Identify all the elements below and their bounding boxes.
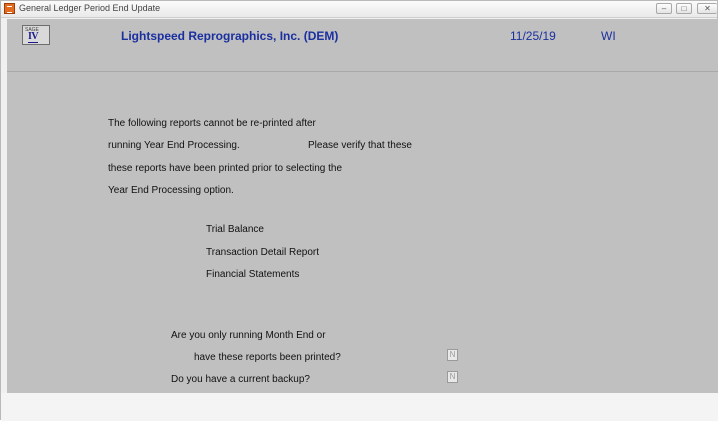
maximize-button[interactable]: □ — [676, 3, 692, 14]
question-month-end-line-2: have these reports been printed? — [194, 352, 341, 363]
message-line-1: The following reports cannot be re-print… — [108, 118, 316, 129]
report-transaction-detail: Transaction Detail Report — [206, 247, 320, 258]
message-line-2a: running Year End Processing. — [108, 140, 240, 151]
message-line-4: Year End Processing option. — [108, 185, 234, 196]
report-trial-balance: Trial Balance — [206, 224, 264, 235]
module-date: 11/25/19 — [510, 29, 556, 43]
backup-answer-field[interactable]: N — [447, 371, 458, 383]
minimize-button[interactable]: – — [656, 3, 672, 14]
message-line-2b: Please verify that these — [308, 140, 412, 151]
message-line-3: these reports have been printed prior to… — [108, 163, 343, 174]
sage-logo: SAGE IV — [22, 25, 50, 45]
month-end-answer-field[interactable]: N — [447, 349, 458, 361]
user-code: WI — [601, 29, 616, 43]
form-area: SAGE IV Lightspeed Reprographics, Inc. (… — [7, 19, 718, 411]
question-backup: Do you have a current backup? — [171, 374, 310, 385]
close-button[interactable]: ✕ — [697, 3, 717, 14]
app-window: General Ledger Period End Update – □ ✕ S… — [0, 0, 718, 421]
window-title: General Ledger Period End Update — [19, 3, 161, 13]
report-financial-statements: Financial Statements — [206, 269, 300, 280]
status-bar — [1, 393, 718, 421]
company-header: SAGE IV Lightspeed Reprographics, Inc. (… — [7, 19, 718, 72]
title-bar[interactable]: General Ledger Period End Update – □ ✕ — [1, 1, 717, 18]
company-name: Lightspeed Reprographics, Inc. (DEM) — [121, 29, 339, 43]
question-month-end-line-1: Are you only running Month End or — [171, 330, 326, 341]
app-icon[interactable] — [4, 3, 15, 14]
